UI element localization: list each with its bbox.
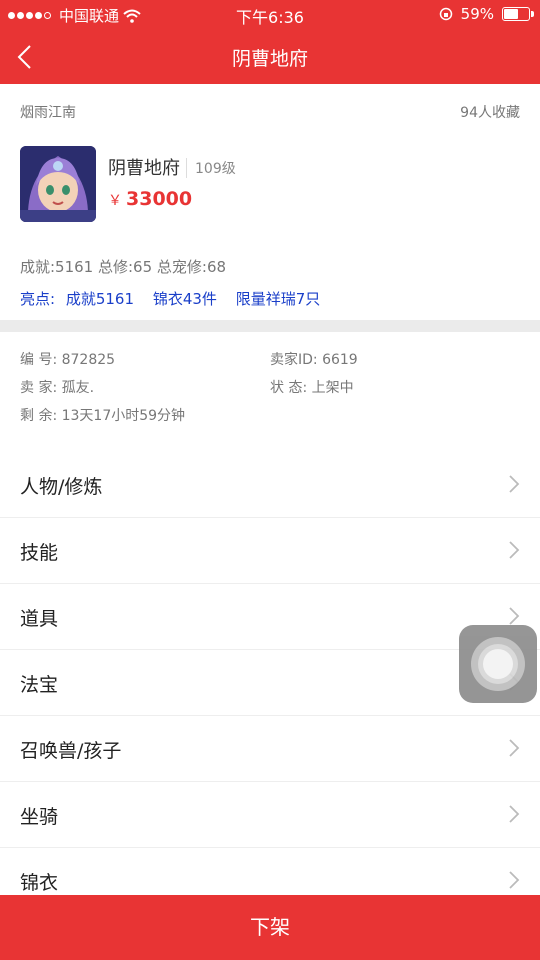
character-avatar bbox=[20, 146, 96, 222]
battery-area: 59% bbox=[439, 5, 534, 23]
chevron-right-icon bbox=[509, 805, 520, 823]
highlights: 亮点: 成就5161 锦衣43件 限量祥瑞7只 bbox=[20, 288, 334, 309]
seller-id: 卖家ID: 6619 bbox=[270, 352, 358, 368]
price: ￥ 33000 bbox=[108, 188, 192, 210]
battery-percent: 59% bbox=[460, 5, 494, 23]
highlight-tag: 限量祥瑞7只 bbox=[235, 290, 321, 308]
delist-button[interactable]: 下架 bbox=[0, 895, 540, 960]
menu-item-pets[interactable]: 召唤兽/孩子 bbox=[0, 716, 540, 782]
menu-item-label: 道具 bbox=[20, 608, 59, 630]
status-bar: 中国联通 下午6:36 59% bbox=[0, 0, 540, 28]
menu-item-label: 法宝 bbox=[20, 674, 59, 696]
chevron-right-icon bbox=[509, 541, 520, 559]
chevron-right-icon bbox=[509, 871, 520, 889]
menu-item-mounts[interactable]: 坐骑 bbox=[0, 782, 540, 848]
chevron-right-icon bbox=[509, 607, 520, 625]
seller-name: 卖 家: 孤友. bbox=[20, 380, 95, 396]
listing-status: 状 态: 上架中 bbox=[270, 380, 354, 396]
highlight-tag: 成就5161 bbox=[65, 290, 135, 308]
menu-item-label: 坐骑 bbox=[20, 806, 59, 828]
highlight-tag: 锦衣43件 bbox=[152, 290, 217, 308]
assistive-touch-button[interactable] bbox=[459, 625, 537, 703]
menu-item-label: 召唤兽/孩子 bbox=[20, 740, 122, 762]
menu-item-label: 人物/修炼 bbox=[20, 476, 103, 498]
menu-item-label: 技能 bbox=[20, 542, 59, 564]
section-divider bbox=[0, 320, 540, 332]
character-name: 阴曹地府 bbox=[108, 158, 180, 179]
menu-item-label: 锦衣 bbox=[20, 872, 59, 894]
chevron-right-icon bbox=[509, 739, 520, 757]
chevron-right-icon bbox=[509, 475, 520, 493]
time-remaining: 剩 余: 13天17小时59分钟 bbox=[20, 408, 186, 424]
battery-icon bbox=[502, 7, 534, 21]
highlights-label: 亮点: bbox=[20, 290, 56, 308]
rotation-lock-icon bbox=[439, 7, 452, 21]
favorites-count[interactable]: 94人收藏 bbox=[460, 102, 520, 122]
page-title: 阴曹地府 bbox=[231, 48, 308, 70]
character-stats: 成就:5161 总修:65 总宠修:68 bbox=[20, 258, 227, 276]
character-level: 109级 bbox=[186, 158, 236, 178]
listing-id: 编 号: 872825 bbox=[20, 352, 116, 368]
currency-symbol: ￥ bbox=[108, 193, 122, 209]
menu-item-skills[interactable]: 技能 bbox=[0, 518, 540, 584]
header: 中国联通 下午6:36 59% 阴曹地府 bbox=[0, 0, 540, 84]
server-label: 烟雨江南 bbox=[20, 105, 76, 121]
item-info: 烟雨江南 94人收藏 阴曹地府 109级 ￥ 33000 成就:5161 总修:6… bbox=[0, 84, 540, 320]
menu-item-character[interactable]: 人物/修炼 bbox=[0, 452, 540, 518]
listing-meta: 编 号: 872825 卖家ID: 6619 卖 家: 孤友. 状 态: 上架中… bbox=[0, 332, 540, 442]
price-value: 33000 bbox=[126, 188, 193, 210]
